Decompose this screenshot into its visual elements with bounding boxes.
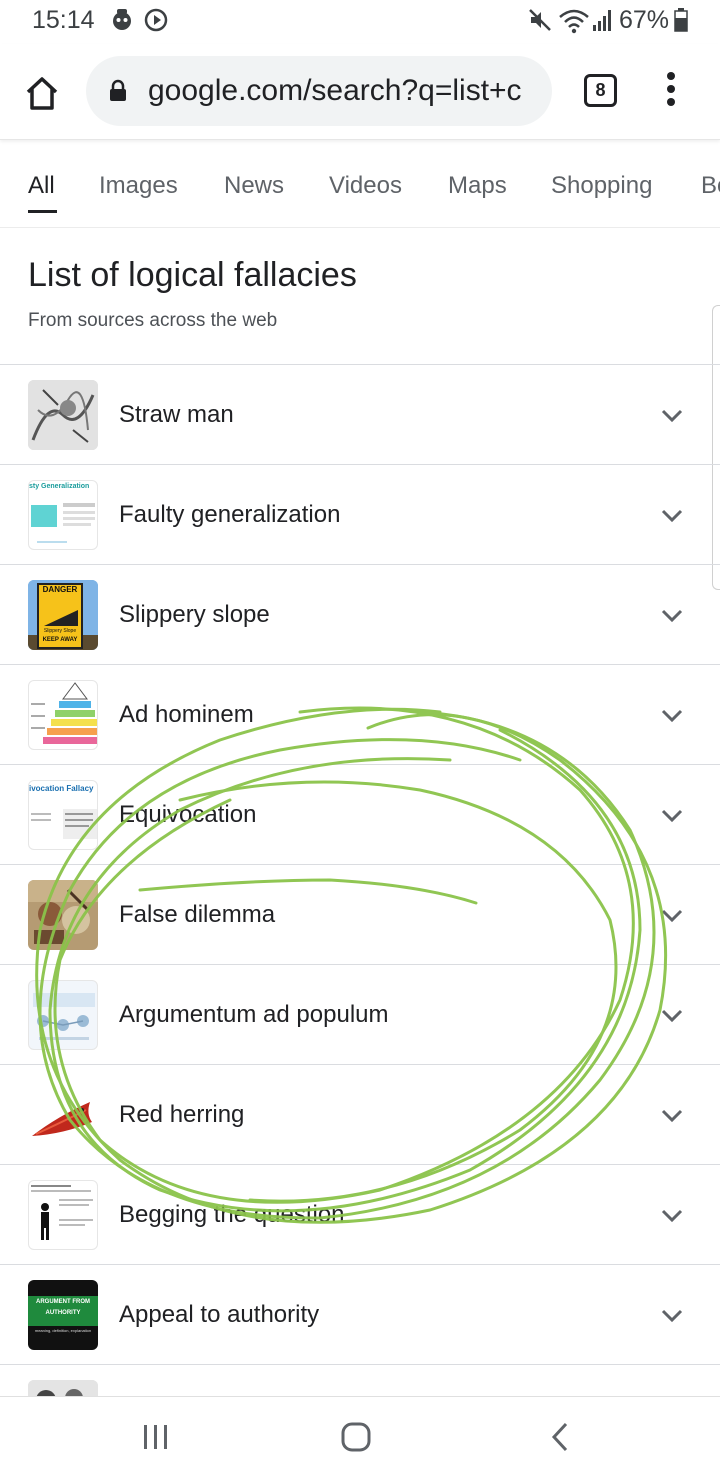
signal-icon (592, 8, 614, 37)
battery-icon (674, 8, 688, 37)
chevron-down-icon[interactable] (660, 603, 684, 627)
list-item-label: Ad hominem (119, 701, 254, 728)
list-item[interactable]: ivocation Fallacy Equivocation (0, 764, 720, 864)
tab-shopping[interactable]: Shopping (551, 172, 652, 200)
recent-apps-icon[interactable] (140, 1421, 172, 1458)
status-time: 15:14 (32, 6, 95, 34)
fish-image (28, 1080, 98, 1150)
diagram-image (28, 980, 98, 1050)
list-item-label: Equivocation (119, 801, 257, 828)
list-item[interactable]: Red herring (0, 1064, 720, 1164)
list-item[interactable]: DANGER Slippery Slope KEEP AWAY Slippery… (0, 564, 720, 664)
home-nav-icon[interactable] (340, 1421, 372, 1458)
fallacy-list: Straw man sty Generalization Faulty gene… (0, 364, 720, 1404)
list-item[interactable]: Argumentum ad populum (0, 964, 720, 1064)
pyramid-chart-image (28, 680, 98, 750)
appeal-thumb-line2: AUTHORITY (45, 1310, 81, 1316)
chevron-down-icon[interactable] (660, 1303, 684, 1327)
home-icon[interactable] (20, 72, 64, 116)
tab-books[interactable]: Bo (701, 172, 720, 200)
battery-percent: 67% (619, 6, 670, 34)
chevron-down-icon[interactable] (660, 803, 684, 827)
chevron-down-icon[interactable] (660, 903, 684, 927)
list-item[interactable]: Ad hominem (0, 664, 720, 764)
list-item-label: Straw man (119, 401, 234, 428)
tab-switcher-button[interactable]: 8 (584, 74, 617, 107)
media-play-icon (144, 8, 168, 37)
chevron-down-icon[interactable] (660, 1103, 684, 1127)
engraving-image (28, 380, 98, 450)
tab-all[interactable]: All (28, 172, 55, 200)
slide-image: ivocation Fallacy (28, 780, 98, 850)
danger-sign-image: DANGER Slippery Slope KEEP AWAY (28, 580, 98, 650)
chevron-down-icon[interactable] (660, 403, 684, 427)
slide-image: sty Generalization (28, 480, 98, 550)
more-menu-icon[interactable] (660, 72, 682, 112)
list-item[interactable]: sty Generalization Faulty generalization (0, 464, 720, 564)
list-item-label: Appeal to authority (119, 1301, 320, 1328)
title-card-image: ARGUMENT FROM AUTHORITY meaning, definit… (28, 1280, 98, 1350)
tab-videos[interactable]: Videos (329, 172, 402, 200)
sticker-icon (110, 8, 134, 37)
appeal-thumb-line3: meaning, definition, explanation (34, 1328, 92, 1333)
list-item-label: Begging the question (119, 1201, 345, 1228)
tab-images[interactable]: Images (99, 172, 178, 200)
list-item[interactable]: Straw man (0, 364, 720, 464)
list-item[interactable]: Begging the question (0, 1164, 720, 1264)
status-bar: 15:14 67% (0, 0, 720, 44)
list-subtitle: From sources across the web (28, 310, 278, 331)
mute-icon (528, 8, 552, 37)
list-item[interactable]: False dilemma (0, 864, 720, 964)
lock-icon (108, 79, 128, 108)
slide-image (28, 1180, 98, 1250)
chevron-down-icon[interactable] (660, 703, 684, 727)
system-navigation-bar (0, 1396, 720, 1480)
tab-news[interactable]: News (224, 172, 284, 200)
painting-image (28, 880, 98, 950)
list-item-label: Faulty generalization (119, 501, 341, 528)
active-tab-indicator (28, 210, 57, 213)
list-item-label: Red herring (119, 1101, 245, 1128)
chevron-down-icon[interactable] (660, 1203, 684, 1227)
list-item[interactable]: ARGUMENT FROM AUTHORITY meaning, definit… (0, 1264, 720, 1364)
danger-thumb-line2: Slippery Slope (43, 628, 77, 634)
back-icon[interactable] (544, 1421, 576, 1458)
appeal-thumb-line1: ARGUMENT FROM (36, 1299, 90, 1305)
list-item-label: Argumentum ad populum (119, 1001, 389, 1028)
wifi-icon (558, 8, 590, 39)
list-item-label: False dilemma (119, 901, 276, 928)
danger-thumb-line3: KEEP AWAY (42, 637, 78, 643)
search-category-tabs: All Images News Videos Maps Shopping Bo (0, 140, 720, 228)
list-item-label: Slippery slope (119, 601, 270, 628)
tab-maps[interactable]: Maps (448, 172, 507, 200)
list-title: List of logical fallacies (28, 256, 357, 294)
chevron-down-icon[interactable] (660, 503, 684, 527)
browser-toolbar: google.com/search?q=list+c 8 (0, 44, 720, 140)
chevron-down-icon[interactable] (660, 1003, 684, 1027)
danger-thumb-line1: DANGER (42, 585, 78, 594)
url-bar[interactable]: google.com/search?q=list+c (86, 56, 552, 126)
url-text: google.com/search?q=list+c (148, 74, 522, 107)
